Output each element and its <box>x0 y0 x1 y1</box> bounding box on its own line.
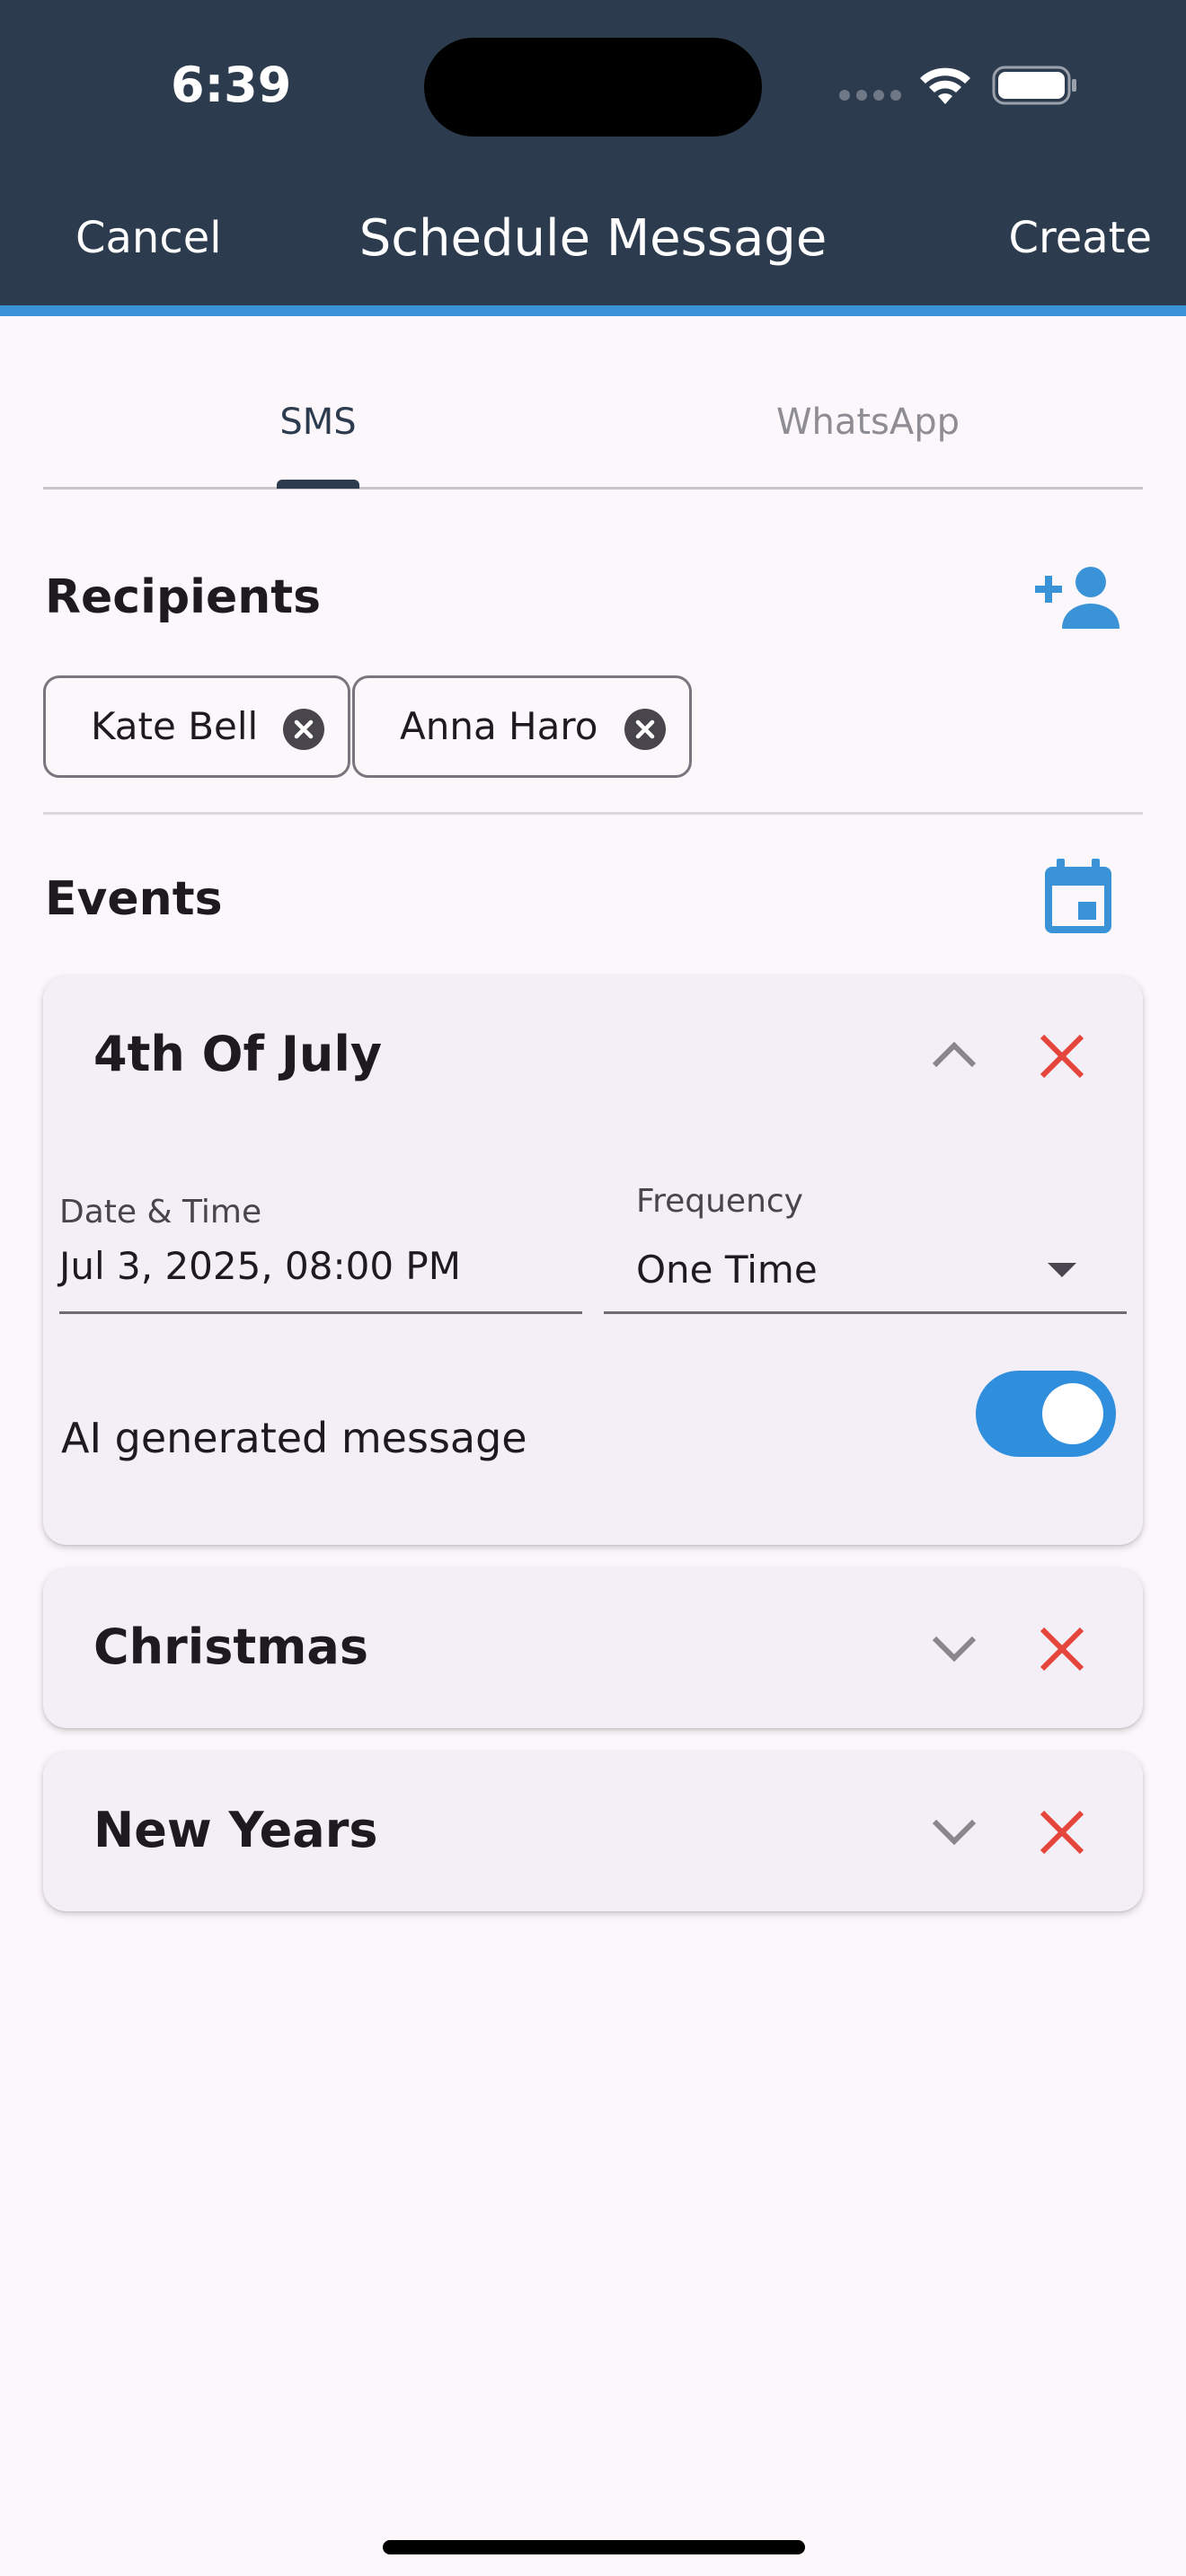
event-card: 4th Of July Date & Time Jul 3, 2025, 08:… <box>43 975 1143 1545</box>
dynamic-island <box>424 38 762 137</box>
battery-icon <box>992 66 1076 105</box>
channel-tabs: SMS WhatsApp <box>43 316 1143 490</box>
schedule-message-screen: 6:39 Cancel Schedule Message Create SMS … <box>0 0 1186 2576</box>
recipient-chip: Anna Haro <box>352 675 692 778</box>
date-time-label: Date & Time <box>59 1194 262 1231</box>
section-divider <box>43 812 1143 815</box>
tabs-divider <box>43 487 1143 490</box>
chip-label: Kate Bell <box>91 704 259 748</box>
home-indicator <box>383 2540 805 2554</box>
header-accent-bar <box>0 305 1186 316</box>
chevron-down-icon[interactable] <box>927 1631 981 1667</box>
event-title: New Years <box>93 1802 378 1858</box>
tab-indicator <box>277 480 359 489</box>
frequency-label: Frequency <box>636 1183 803 1220</box>
status-time: 6:39 <box>171 57 292 113</box>
events-heading: Events <box>45 872 223 926</box>
tab-sms[interactable]: SMS <box>43 316 593 487</box>
delete-event-icon[interactable] <box>1037 1807 1087 1857</box>
recipients-heading: Recipients <box>45 570 322 624</box>
date-time-value[interactable]: Jul 3, 2025, 08:00 PM <box>59 1239 461 1293</box>
calendar-icon[interactable] <box>1042 859 1114 936</box>
tab-whatsapp[interactable]: WhatsApp <box>593 316 1143 487</box>
recipient-chip: Kate Bell <box>43 675 350 778</box>
ai-message-toggle[interactable] <box>976 1371 1116 1457</box>
ai-message-label: AI generated message <box>61 1414 527 1462</box>
remove-chip-icon[interactable] <box>283 709 324 750</box>
event-card[interactable]: Christmas <box>43 1568 1143 1728</box>
app-header: 6:39 Cancel Schedule Message Create <box>0 0 1186 316</box>
delete-event-icon[interactable] <box>1037 1031 1087 1081</box>
wifi-icon <box>920 67 970 104</box>
event-title: Christmas <box>93 1619 369 1675</box>
chip-label: Anna Haro <box>400 704 598 748</box>
frequency-underline <box>604 1311 1127 1314</box>
dropdown-arrow-icon[interactable] <box>1046 1261 1078 1279</box>
chevron-up-icon[interactable] <box>927 1037 981 1072</box>
event-card[interactable]: New Years <box>43 1751 1143 1911</box>
event-title: 4th Of July <box>93 1026 383 1082</box>
date-time-underline <box>59 1311 582 1314</box>
delete-event-icon[interactable] <box>1037 1624 1087 1674</box>
person-add-icon[interactable] <box>1033 562 1123 634</box>
chevron-down-icon[interactable] <box>927 1814 981 1850</box>
frequency-value[interactable]: One Time <box>636 1243 818 1297</box>
toggle-knob <box>1042 1383 1103 1444</box>
cellular-signal-icon <box>839 90 902 102</box>
remove-chip-icon[interactable] <box>624 709 666 750</box>
create-button[interactable]: Create <box>1009 207 1153 269</box>
